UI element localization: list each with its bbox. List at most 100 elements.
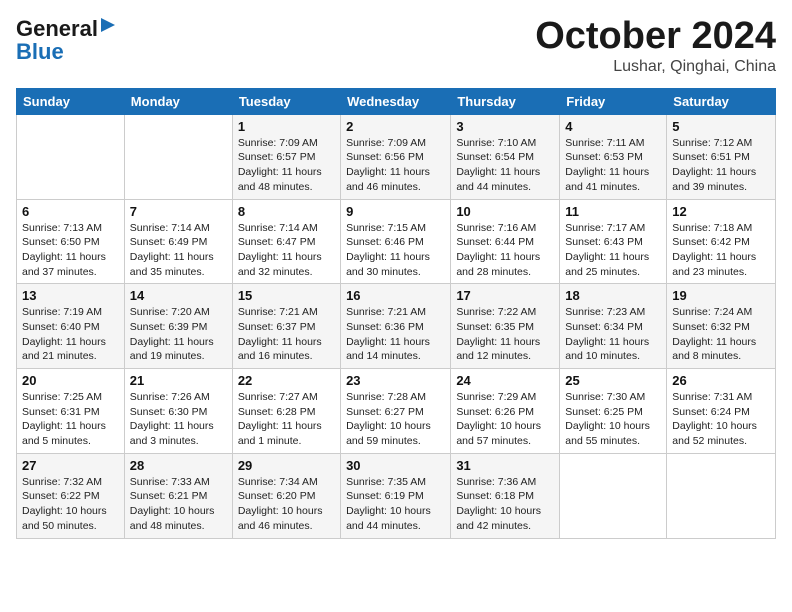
calendar-week-row: 6 Sunrise: 7:13 AM Sunset: 6:50 PM Daylig… [17,199,776,284]
day-number: 4 [565,119,661,134]
weekday-header: Wednesday [341,88,451,114]
day-number: 25 [565,373,661,388]
calendar-cell: 3 Sunrise: 7:10 AM Sunset: 6:54 PM Daylig… [451,114,560,199]
logo-triangle-icon [101,18,115,37]
calendar-cell: 7 Sunrise: 7:14 AM Sunset: 6:49 PM Daylig… [124,199,232,284]
day-info: Sunrise: 7:10 AM Sunset: 6:54 PM Dayligh… [456,136,554,195]
day-info: Sunrise: 7:31 AM Sunset: 6:24 PM Dayligh… [672,390,770,449]
day-number: 7 [130,204,227,219]
day-info: Sunrise: 7:19 AM Sunset: 6:40 PM Dayligh… [22,305,119,364]
calendar-cell: 31Sunrise: 7:36 AM Sunset: 6:18 PM Dayli… [451,453,560,538]
title-area: October 2024 Lushar, Qinghai, China [535,16,776,76]
calendar-cell: 9Sunrise: 7:15 AM Sunset: 6:46 PM Daylig… [341,199,451,284]
location: Lushar, Qinghai, China [535,58,776,76]
day-info: Sunrise: 7:21 AM Sunset: 6:36 PM Dayligh… [346,305,445,364]
calendar-cell: 24 Sunrise: 7:29 AM Sunset: 6:26 PM Dayli… [451,369,560,454]
calendar-cell: 8 Sunrise: 7:14 AM Sunset: 6:47 PM Daylig… [232,199,340,284]
logo-blue: Blue [16,39,64,65]
day-info: Sunrise: 7:17 AM Sunset: 6:43 PM Dayligh… [565,221,661,280]
day-number: 15 [238,288,335,303]
day-number: 8 [238,204,335,219]
calendar-cell: 18 Sunrise: 7:23 AM Sunset: 6:34 PM Dayli… [560,284,667,369]
day-number: 24 [456,373,554,388]
calendar-body: 1Sunrise: 7:09 AM Sunset: 6:57 PM Daylig… [17,114,776,538]
calendar-cell: 23Sunrise: 7:28 AM Sunset: 6:27 PM Dayli… [341,369,451,454]
day-info: Sunrise: 7:22 AM Sunset: 6:35 PM Dayligh… [456,305,554,364]
calendar-cell: 4Sunrise: 7:11 AM Sunset: 6:53 PM Daylig… [560,114,667,199]
day-number: 6 [22,204,119,219]
calendar-cell: 21 Sunrise: 7:26 AM Sunset: 6:30 PM Dayli… [124,369,232,454]
day-info: Sunrise: 7:09 AM Sunset: 6:57 PM Dayligh… [238,136,335,195]
calendar-week-row: 20 Sunrise: 7:25 AM Sunset: 6:31 PM Dayli… [17,369,776,454]
calendar-cell: 29Sunrise: 7:34 AM Sunset: 6:20 PM Dayli… [232,453,340,538]
day-number: 22 [238,373,335,388]
day-number: 27 [22,458,119,473]
day-number: 2 [346,119,445,134]
day-number: 17 [456,288,554,303]
calendar-cell [560,453,667,538]
day-number: 18 [565,288,661,303]
day-info: Sunrise: 7:13 AM Sunset: 6:50 PM Dayligh… [22,221,119,280]
calendar-cell: 15Sunrise: 7:21 AM Sunset: 6:37 PM Dayli… [232,284,340,369]
page-header: General Blue October 2024 Lushar, Qingha… [16,16,776,76]
day-info: Sunrise: 7:14 AM Sunset: 6:49 PM Dayligh… [130,221,227,280]
day-info: Sunrise: 7:14 AM Sunset: 6:47 PM Dayligh… [238,221,335,280]
calendar-header-row: SundayMondayTuesdayWednesdayThursdayFrid… [17,88,776,114]
weekday-header: Monday [124,88,232,114]
calendar-cell: 1Sunrise: 7:09 AM Sunset: 6:57 PM Daylig… [232,114,340,199]
day-number: 19 [672,288,770,303]
day-number: 16 [346,288,445,303]
day-number: 12 [672,204,770,219]
logo: General Blue [16,16,115,65]
calendar-cell [667,453,776,538]
day-number: 30 [346,458,445,473]
day-number: 28 [130,458,227,473]
calendar-cell: 22 Sunrise: 7:27 AM Sunset: 6:28 PM Dayli… [232,369,340,454]
calendar-cell: 27 Sunrise: 7:32 AM Sunset: 6:22 PM Dayli… [17,453,125,538]
day-number: 5 [672,119,770,134]
calendar-week-row: 1Sunrise: 7:09 AM Sunset: 6:57 PM Daylig… [17,114,776,199]
calendar-cell: 10 Sunrise: 7:16 AM Sunset: 6:44 PM Dayli… [451,199,560,284]
day-info: Sunrise: 7:29 AM Sunset: 6:26 PM Dayligh… [456,390,554,449]
calendar-cell: 11Sunrise: 7:17 AM Sunset: 6:43 PM Dayli… [560,199,667,284]
day-info: Sunrise: 7:35 AM Sunset: 6:19 PM Dayligh… [346,475,445,534]
calendar-cell: 5Sunrise: 7:12 AM Sunset: 6:51 PM Daylig… [667,114,776,199]
day-info: Sunrise: 7:33 AM Sunset: 6:21 PM Dayligh… [130,475,227,534]
day-info: Sunrise: 7:24 AM Sunset: 6:32 PM Dayligh… [672,305,770,364]
day-info: Sunrise: 7:26 AM Sunset: 6:30 PM Dayligh… [130,390,227,449]
day-info: Sunrise: 7:23 AM Sunset: 6:34 PM Dayligh… [565,305,661,364]
month-title: October 2024 [535,16,776,58]
day-info: Sunrise: 7:25 AM Sunset: 6:31 PM Dayligh… [22,390,119,449]
day-number: 20 [22,373,119,388]
calendar-cell: 26Sunrise: 7:31 AM Sunset: 6:24 PM Dayli… [667,369,776,454]
calendar-week-row: 13 Sunrise: 7:19 AM Sunset: 6:40 PM Dayli… [17,284,776,369]
calendar-cell: 12 Sunrise: 7:18 AM Sunset: 6:42 PM Dayli… [667,199,776,284]
calendar-cell: 16 Sunrise: 7:21 AM Sunset: 6:36 PM Dayli… [341,284,451,369]
day-number: 21 [130,373,227,388]
day-info: Sunrise: 7:32 AM Sunset: 6:22 PM Dayligh… [22,475,119,534]
calendar-cell: 30 Sunrise: 7:35 AM Sunset: 6:19 PM Dayli… [341,453,451,538]
day-number: 3 [456,119,554,134]
day-info: Sunrise: 7:16 AM Sunset: 6:44 PM Dayligh… [456,221,554,280]
weekday-header: Thursday [451,88,560,114]
day-number: 9 [346,204,445,219]
weekday-header: Friday [560,88,667,114]
calendar-table: SundayMondayTuesdayWednesdayThursdayFrid… [16,88,776,539]
calendar-week-row: 27 Sunrise: 7:32 AM Sunset: 6:22 PM Dayli… [17,453,776,538]
day-number: 13 [22,288,119,303]
day-number: 14 [130,288,227,303]
day-number: 29 [238,458,335,473]
weekday-header: Sunday [17,88,125,114]
day-number: 23 [346,373,445,388]
calendar-cell: 28 Sunrise: 7:33 AM Sunset: 6:21 PM Dayli… [124,453,232,538]
day-number: 10 [456,204,554,219]
calendar-cell: 17 Sunrise: 7:22 AM Sunset: 6:35 PM Dayli… [451,284,560,369]
day-info: Sunrise: 7:27 AM Sunset: 6:28 PM Dayligh… [238,390,335,449]
calendar-cell: 25Sunrise: 7:30 AM Sunset: 6:25 PM Dayli… [560,369,667,454]
weekday-header: Tuesday [232,88,340,114]
weekday-header: Saturday [667,88,776,114]
calendar-cell: 13 Sunrise: 7:19 AM Sunset: 6:40 PM Dayli… [17,284,125,369]
day-info: Sunrise: 7:18 AM Sunset: 6:42 PM Dayligh… [672,221,770,280]
calendar-cell: 19 Sunrise: 7:24 AM Sunset: 6:32 PM Dayli… [667,284,776,369]
calendar-cell: 2Sunrise: 7:09 AM Sunset: 6:56 PM Daylig… [341,114,451,199]
